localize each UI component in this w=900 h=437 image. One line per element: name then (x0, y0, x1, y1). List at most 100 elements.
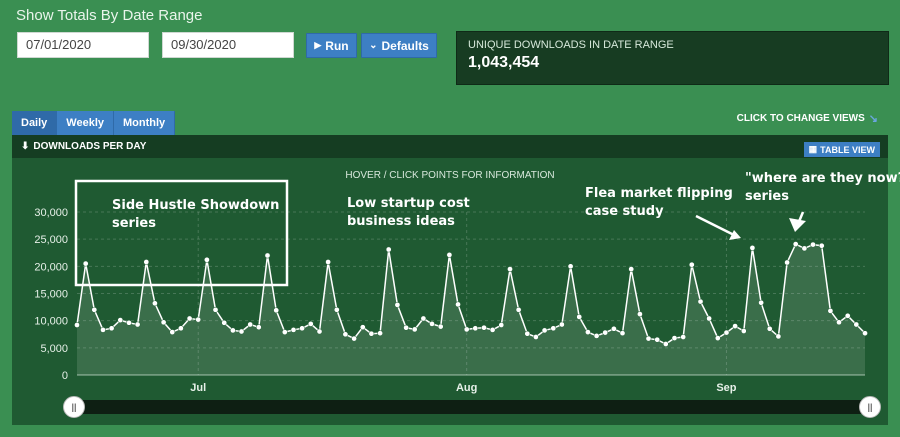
data-point (463, 326, 470, 333)
data-point (559, 321, 565, 328)
data-point (117, 317, 124, 323)
data-point (576, 314, 583, 320)
x-tick-label: Jul (190, 382, 206, 394)
arrow-head (729, 230, 741, 240)
arrow-line (695, 214, 735, 237)
data-point (792, 241, 799, 247)
data-point (437, 323, 444, 330)
data-point (645, 335, 652, 342)
data-point (628, 266, 635, 272)
data-point (671, 335, 678, 341)
data-point (697, 298, 704, 305)
data-point (429, 321, 435, 327)
data-point (844, 312, 851, 319)
data-point (680, 334, 687, 340)
data-point (740, 328, 747, 334)
data-point (732, 323, 738, 329)
data-point (299, 325, 305, 332)
data-point (455, 301, 461, 308)
data-point (255, 324, 262, 331)
data-point (169, 329, 176, 335)
data-point (550, 325, 557, 332)
data-point (195, 316, 202, 323)
data-point (230, 327, 236, 334)
data-point (420, 315, 427, 322)
x-tick-label: Sep (716, 382, 736, 394)
data-point (411, 326, 418, 333)
data-point (74, 322, 80, 328)
data-point (281, 329, 288, 335)
data-point (637, 311, 643, 317)
data-point (654, 336, 661, 343)
data-point (818, 242, 825, 249)
range-start-handle[interactable]: || (63, 396, 85, 418)
data-point (108, 325, 115, 332)
data-point (481, 324, 487, 331)
annotation-side-hustle: Side Hustle Showdown series (112, 198, 279, 231)
data-point (593, 333, 600, 339)
data-point (515, 306, 522, 313)
data-point (662, 341, 669, 347)
data-point (143, 259, 150, 265)
y-tick-label: 15,000 (34, 289, 68, 301)
y-tick-label: 10,000 (34, 316, 68, 328)
data-point (688, 261, 695, 268)
data-point (385, 246, 392, 253)
data-point (862, 330, 868, 337)
data-point (290, 327, 297, 333)
data-point (801, 245, 808, 252)
data-point (533, 334, 539, 340)
downloads-chart: 0 5,000 10,000 15,000 20,000 25,000 30,000 Jul… (34, 171, 900, 394)
annotation-flea-market: Flea market flipping case study (585, 186, 733, 219)
arrow-head (789, 218, 806, 232)
data-point (611, 325, 617, 332)
range-end-handle[interactable]: || (859, 396, 881, 418)
data-point (160, 319, 167, 326)
data-point (82, 260, 89, 267)
data-point (221, 319, 228, 326)
data-point (377, 330, 383, 337)
y-tick-label: 25,000 (34, 234, 68, 246)
data-point (567, 263, 574, 270)
data-point (126, 319, 132, 326)
data-point (498, 322, 505, 328)
data-point (152, 300, 158, 307)
x-tick-label: Aug (456, 382, 477, 394)
y-tick-label: 20,000 (34, 261, 68, 273)
data-point (714, 335, 721, 341)
data-point (273, 307, 280, 314)
y-tick-label: 30,000 (34, 207, 68, 219)
data-point (134, 321, 141, 328)
data-point (325, 259, 331, 265)
data-point (836, 319, 842, 326)
data-point (775, 333, 782, 340)
data-point (238, 328, 245, 335)
data-point (602, 329, 609, 336)
range-slider-track[interactable] (72, 400, 872, 414)
data-point (342, 331, 349, 338)
data-point (810, 241, 816, 248)
data-point (333, 306, 340, 313)
data-point (784, 259, 790, 266)
data-point (585, 329, 591, 335)
downloads-area (77, 244, 865, 375)
data-point (212, 306, 219, 313)
data-point (178, 325, 184, 332)
data-point (507, 266, 513, 272)
data-point (394, 302, 401, 308)
y-tick-label: 0 (62, 370, 68, 382)
data-point (91, 306, 98, 313)
data-point (489, 327, 496, 333)
data-point (351, 335, 357, 342)
data-point (316, 328, 323, 335)
data-point (706, 315, 712, 322)
data-point (307, 321, 314, 327)
data-point (264, 252, 271, 259)
annotation-box (74, 179, 289, 287)
data-point (247, 321, 254, 328)
data-point (446, 252, 453, 258)
data-point (758, 299, 764, 306)
data-point (204, 256, 210, 263)
data-point (524, 330, 531, 337)
data-point (100, 327, 106, 333)
